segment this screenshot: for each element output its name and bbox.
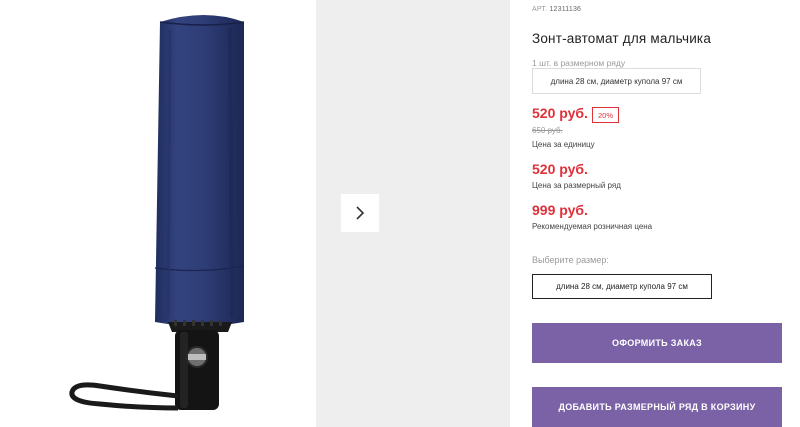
gallery-next-button[interactable] (341, 194, 379, 232)
old-price: 650 руб. (532, 126, 563, 135)
add-size-row-to-cart-button[interactable]: ДОБАВИТЬ РАЗМЕРНЫЙ РЯД В КОРЗИНУ (532, 387, 782, 427)
sku-prefix: АРТ. (532, 6, 548, 13)
size-select-label: Выберите размер: (532, 255, 609, 265)
product-info: АРТ. 12311136 Зонт-автомат для мальчика … (532, 0, 792, 427)
retail-price-caption: Рекомендуемая розничная цена (532, 222, 653, 231)
retail-price: 999 руб. (532, 202, 588, 218)
row-price-caption: Цена за размерный ряд (532, 181, 621, 190)
size-option-selected[interactable]: длина 28 см, диаметр купола 97 см (532, 274, 712, 299)
discount-badge: 20% (592, 107, 619, 123)
chevron-right-icon (356, 206, 365, 220)
product-photo[interactable] (0, 0, 316, 427)
unit-price: 520 руб. (532, 105, 588, 121)
sku-number: 12311136 (549, 6, 582, 13)
order-button[interactable]: ОФОРМИТЬ ЗАКАЗ (532, 323, 782, 363)
umbrella-image (69, 15, 245, 411)
sku: АРТ. 12311136 (532, 6, 581, 13)
product-gallery (0, 0, 510, 427)
pack-label: 1 шт. в размерном ряду (532, 58, 626, 68)
unit-price-caption: Цена за единицу (532, 140, 595, 149)
pack-option[interactable]: длина 28 см, диаметр купола 97 см (532, 68, 701, 94)
row-price: 520 руб. (532, 161, 588, 177)
product-title: Зонт-автомат для мальчика (532, 31, 712, 46)
